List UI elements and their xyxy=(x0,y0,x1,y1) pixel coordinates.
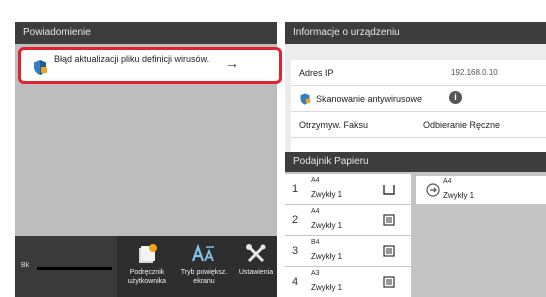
fax-receive-label: Otrzymyw. Faksu xyxy=(299,120,369,130)
tray-size: A3 xyxy=(311,270,320,277)
antivirus-label: Skanowanie antywirusowe xyxy=(316,94,423,104)
home-screen: Powiadomienie Błąd aktualizacji pliku de… xyxy=(0,0,546,297)
user-manual-button[interactable]: Podręcznik użytkownika xyxy=(119,240,175,286)
info-icon[interactable]: i xyxy=(449,91,462,104)
ip-address-row: Adres IP 192.168.0.10 xyxy=(291,60,546,86)
tray-stack-icon xyxy=(383,245,395,257)
shield-icon xyxy=(300,93,311,105)
fax-receive-value: Odbieranie Ręczne xyxy=(423,120,501,130)
tray-type: Zwykły 1 xyxy=(311,190,343,199)
tray-row-4[interactable]: 4 A3 Zwykły 1 xyxy=(285,267,411,297)
tray-size: A4 xyxy=(311,177,320,184)
tray-row-3[interactable]: 3 B4 Zwykły 1 xyxy=(285,236,411,267)
ip-address-value: 192.168.0.10 xyxy=(451,68,498,77)
device-info-panel: Informacje o urządzeniu Adres IP 192.168… xyxy=(285,22,546,172)
tray-type: Zwykły 1 xyxy=(311,252,343,261)
tray-size: B4 xyxy=(311,239,320,246)
tray-number: 4 xyxy=(292,276,299,288)
paper-tray-panel: Podajnik Papieru 1 A4 Zwykły 1 2 A4 Zwyk… xyxy=(285,152,546,297)
tray-open-icon xyxy=(383,185,395,195)
notification-message: Błąd aktualizacji pliku definicji wirusó… xyxy=(54,54,210,64)
device-info-header: Informacje o urządzeniu xyxy=(285,22,546,44)
bypass-tray[interactable]: A4 Zwykły 1 xyxy=(416,176,546,204)
tray-stack-icon xyxy=(383,276,395,288)
bypass-size: A4 xyxy=(443,178,452,185)
settings-tools-icon xyxy=(246,244,266,263)
user-manual-icon xyxy=(139,244,157,263)
tray-number: 2 xyxy=(292,214,299,226)
notification-panel: Powiadomienie Błąd aktualizacji pliku de… xyxy=(15,22,282,236)
settings-label: Ustawienia xyxy=(238,269,274,276)
tray-stack-icon xyxy=(383,214,395,226)
bypass-tray-icon xyxy=(426,183,440,197)
shield-icon xyxy=(34,60,47,75)
settings-button[interactable]: Ustawienia xyxy=(228,240,284,277)
toner-bar xyxy=(37,267,112,270)
notification-header: Powiadomienie xyxy=(15,22,277,44)
paper-tray-header: Podajnik Papieru xyxy=(285,152,546,172)
antivirus-row[interactable]: Skanowanie antywirusowe i xyxy=(291,86,546,112)
tray-size: A4 xyxy=(311,208,320,215)
arrow-right-icon[interactable]: → xyxy=(225,55,239,71)
tray-row-1[interactable]: 1 A4 Zwykły 1 xyxy=(285,174,411,205)
ip-address-label: Adres IP xyxy=(299,68,334,78)
tray-type: Zwykły 1 xyxy=(311,221,343,230)
zoom-text-icon xyxy=(192,244,214,262)
zoom-mode-button[interactable]: Tryb powiększ. ekranu xyxy=(176,240,232,286)
bypass-type: Zwykły 1 xyxy=(443,191,475,200)
tray-number: 1 xyxy=(292,183,299,195)
user-manual-label: Podręcznik użytkownika xyxy=(127,269,167,285)
bottom-toolbar: Bk Podręcznik użytkownika Tryb powiększ.… xyxy=(15,236,277,297)
tray-type: Zwykły 1 xyxy=(311,283,343,292)
fax-receive-row[interactable]: Otrzymyw. Faksu Odbieranie Ręczne xyxy=(291,112,546,138)
toner-label: Bk xyxy=(21,262,30,269)
tray-number: 3 xyxy=(292,245,299,257)
zoom-mode-label: Tryb powiększ. ekranu xyxy=(180,269,228,285)
tray-row-2[interactable]: 2 A4 Zwykły 1 xyxy=(285,205,411,236)
toner-level: Bk xyxy=(15,236,117,297)
notification-card[interactable]: Błąd aktualizacji pliku definicji wirusó… xyxy=(18,47,282,84)
